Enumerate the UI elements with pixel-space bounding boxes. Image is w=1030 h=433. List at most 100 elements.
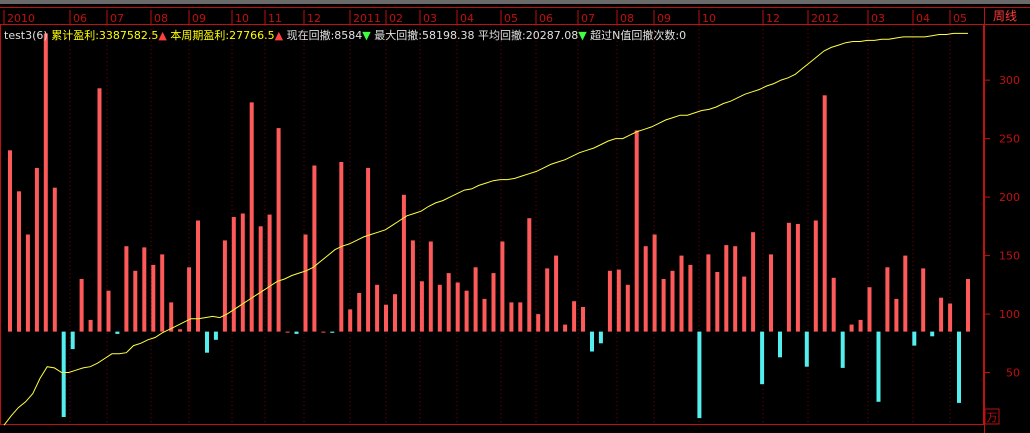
- bar-positive: [17, 191, 21, 332]
- bar-negative: [876, 331, 881, 402]
- bar-positive: [187, 267, 192, 332]
- bar-negative: [804, 331, 809, 367]
- bar-positive: [473, 267, 478, 332]
- y-tick-label: 300: [999, 74, 1020, 87]
- time-axis-label: 12: [307, 12, 321, 25]
- bar-positive: [867, 287, 872, 332]
- bar-positive: [921, 268, 926, 332]
- bar-positive: [178, 329, 183, 332]
- bar-negative: [778, 331, 782, 358]
- bar-positive: [634, 130, 639, 332]
- bar-positive: [786, 222, 791, 332]
- bar-positive: [742, 276, 747, 332]
- bar-positive: [124, 246, 129, 332]
- time-axis-label: 10: [702, 12, 716, 25]
- bar-positive: [401, 194, 406, 332]
- indicator-item-value: 27766.5: [229, 29, 275, 42]
- time-axis-label: 04: [460, 12, 474, 25]
- bar-positive: [527, 218, 532, 332]
- indicator-info-line: test3(6) 累计盈利:3387582.5▲ 本周期盈利:27766.5▲ …: [4, 28, 686, 42]
- time-axis-label: 03: [423, 12, 437, 25]
- bar-positive: [572, 301, 577, 332]
- bar-positive: [437, 284, 442, 332]
- bar-positive: [769, 254, 773, 332]
- bar-negative: [840, 331, 845, 368]
- indicator-item-value: 8584: [334, 29, 362, 42]
- y-axis: 50 100 150 200 250 300: [984, 74, 1020, 380]
- bar-positive: [43, 33, 48, 332]
- indicator-name: test3(6): [4, 29, 51, 42]
- bar-positive: [160, 254, 165, 332]
- bar-positive: [196, 220, 200, 332]
- bar-positive: [518, 302, 523, 332]
- y-tick-label: 250: [999, 133, 1020, 146]
- bar-positive: [509, 302, 514, 332]
- time-axis-label: 11: [268, 12, 282, 25]
- bar-positive: [545, 268, 550, 332]
- bar-positive: [849, 324, 854, 332]
- y-tick-label: 200: [999, 191, 1020, 204]
- bar-negative: [912, 331, 917, 346]
- time-axis-label: 03: [871, 12, 885, 25]
- bar-negative: [61, 331, 66, 417]
- time-axis-label: 2011: [353, 12, 381, 25]
- bar-negative: [697, 331, 702, 419]
- time-axis-label: 07: [581, 12, 595, 25]
- bar-positive: [312, 165, 317, 332]
- time-axis-label: 06: [539, 12, 553, 25]
- y-tick-label: 150: [999, 250, 1020, 263]
- bar-positive: [169, 302, 174, 332]
- indicator-item-label: 本周期盈利:: [170, 28, 229, 42]
- bar-positive: [536, 314, 541, 332]
- bar-positive: [267, 214, 272, 332]
- y-tick-label: 100: [999, 308, 1020, 321]
- time-axis-label: 07: [110, 12, 124, 25]
- bar-positive: [822, 95, 827, 332]
- bar-positive: [464, 290, 469, 332]
- bar-positive: [724, 245, 729, 332]
- time-axis-label: 2010: [7, 12, 35, 25]
- bar-positive: [858, 319, 863, 332]
- time-axis-label: 08: [154, 12, 168, 25]
- time-axis-label: 05: [953, 12, 967, 25]
- bar-positive: [384, 304, 388, 332]
- bar-positive: [240, 213, 245, 332]
- bar-positive: [625, 284, 630, 332]
- indicator-item-label: 超过N值回撤次数:: [590, 28, 679, 42]
- bar-negative: [115, 331, 120, 334]
- bar-positive: [106, 290, 111, 332]
- bar-positive: [393, 294, 397, 332]
- indicator-item-label: 累计盈利:: [51, 29, 99, 42]
- bar-negative: [760, 331, 765, 385]
- bar-positive: [276, 128, 281, 332]
- grid-lines: [69, 25, 951, 424]
- bar-positive: [795, 224, 800, 332]
- time-axis-label: 04: [916, 12, 930, 25]
- bar-positive: [903, 255, 908, 332]
- bar-series: [8, 33, 970, 419]
- time-axis-label: 02: [389, 12, 403, 25]
- bar-positive: [34, 167, 39, 332]
- corner-icon[interactable]: 万: [987, 411, 998, 424]
- indicator-item-value: 58198.38: [422, 29, 475, 42]
- time-axis-label: 06: [73, 12, 87, 25]
- time-axis: 2010 06 07 08 09 10 11 12 2011 02 03 04 05 06 07 08 09 10…: [3, 10, 967, 25]
- bar-positive: [491, 273, 496, 332]
- bar-positive: [88, 319, 93, 332]
- bar-negative: [330, 331, 335, 333]
- bar-positive: [885, 267, 890, 332]
- bar-positive: [643, 246, 648, 332]
- bar-positive: [733, 246, 738, 332]
- bar-positive: [607, 270, 612, 332]
- bar-positive: [831, 277, 836, 332]
- bar-positive: [966, 279, 970, 332]
- bar-positive: [581, 307, 585, 332]
- bar-positive: [231, 217, 236, 332]
- period-label[interactable]: 周线: [993, 9, 1017, 23]
- time-axis-label: 09: [192, 12, 206, 25]
- chart-canvas: 2010 06 07 08 09 10 11 12 2011 02 03 04 05 06 07 08 09 10…: [0, 0, 1030, 433]
- bar-positive: [813, 220, 818, 332]
- bar-positive: [948, 303, 953, 332]
- indicator-item-value: 0: [679, 29, 686, 42]
- bar-positive: [366, 167, 371, 332]
